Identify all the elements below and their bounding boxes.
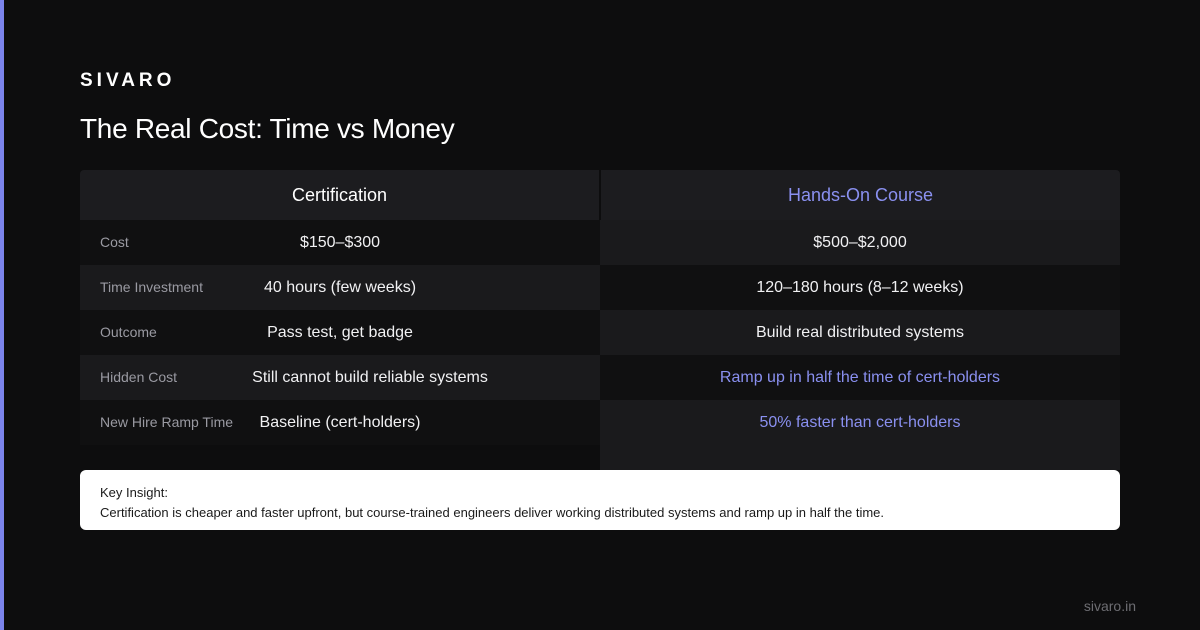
table-row: Hidden Cost Still cannot build reliable …: [80, 355, 1120, 400]
course-cell: Build real distributed systems: [600, 310, 1120, 355]
certification-value: Still cannot build reliable systems: [252, 368, 488, 386]
page-title: The Real Cost: Time vs Money: [80, 113, 455, 144]
row-label: Outcome: [100, 324, 157, 340]
certification-value: 40 hours (few weeks): [263, 278, 417, 296]
course-cell: $500–$2,000: [600, 220, 1120, 265]
row-label: Cost: [100, 234, 129, 250]
course-cell: 120–180 hours (8–12 weeks): [600, 265, 1120, 310]
certification-cell: Hidden Cost Still cannot build reliable …: [80, 355, 600, 400]
course-value: 120–180 hours (8–12 weeks): [756, 278, 964, 296]
certification-value: Pass test, get badge: [267, 323, 413, 341]
certification-cell: Outcome Pass test, get badge: [80, 310, 600, 355]
course-cell: Ramp up in half the time of cert-holders: [600, 355, 1120, 400]
brand-logo: SIVARO: [80, 70, 176, 91]
row-label: Time Investment: [100, 279, 203, 295]
table-footer-spacer: [80, 445, 1120, 470]
table-footer-right: [600, 445, 1120, 470]
certification-cell: New Hire Ramp Time Baseline (cert-holder…: [80, 400, 600, 445]
key-insight-box: Key Insight: Certification is cheaper an…: [80, 470, 1120, 530]
footer-url: sivaro.in: [1083, 598, 1136, 614]
row-label: Hidden Cost: [100, 369, 178, 385]
table-row: Outcome Pass test, get badge Build real …: [80, 310, 1120, 355]
table-header: Certification Hands-On Course: [80, 170, 1120, 220]
course-cell: 50% faster than cert-holders: [600, 400, 1120, 445]
table-footer-left: [80, 445, 600, 470]
table-row: Time Investment 40 hours (few weeks) 120…: [80, 265, 1120, 310]
insight-text: Certification is cheaper and faster upfr…: [100, 505, 885, 520]
course-value: Ramp up in half the time of cert-holders: [719, 368, 1001, 386]
comparison-table: Certification Hands-On Course Cost $150–…: [80, 170, 1120, 470]
course-value: $500–$2,000: [813, 233, 907, 251]
certification-value: Baseline (cert-holders): [259, 413, 421, 431]
certification-cell: Time Investment 40 hours (few weeks): [80, 265, 600, 310]
course-value: Build real distributed systems: [755, 323, 965, 341]
row-label: New Hire Ramp Time: [100, 414, 234, 430]
column-header-certification: Certification: [80, 170, 599, 220]
column-header-course: Hands-On Course: [601, 170, 1120, 220]
left-accent-bar: [0, 0, 4, 630]
insight-label: Key Insight:: [100, 485, 168, 500]
course-value: 50% faster than cert-holders: [759, 413, 961, 431]
table-row: New Hire Ramp Time Baseline (cert-holder…: [80, 400, 1120, 445]
certification-value: $150–$300: [299, 233, 381, 251]
certification-cell: Cost $150–$300: [80, 220, 600, 265]
table-row: Cost $150–$300 $500–$2,000: [80, 220, 1120, 265]
